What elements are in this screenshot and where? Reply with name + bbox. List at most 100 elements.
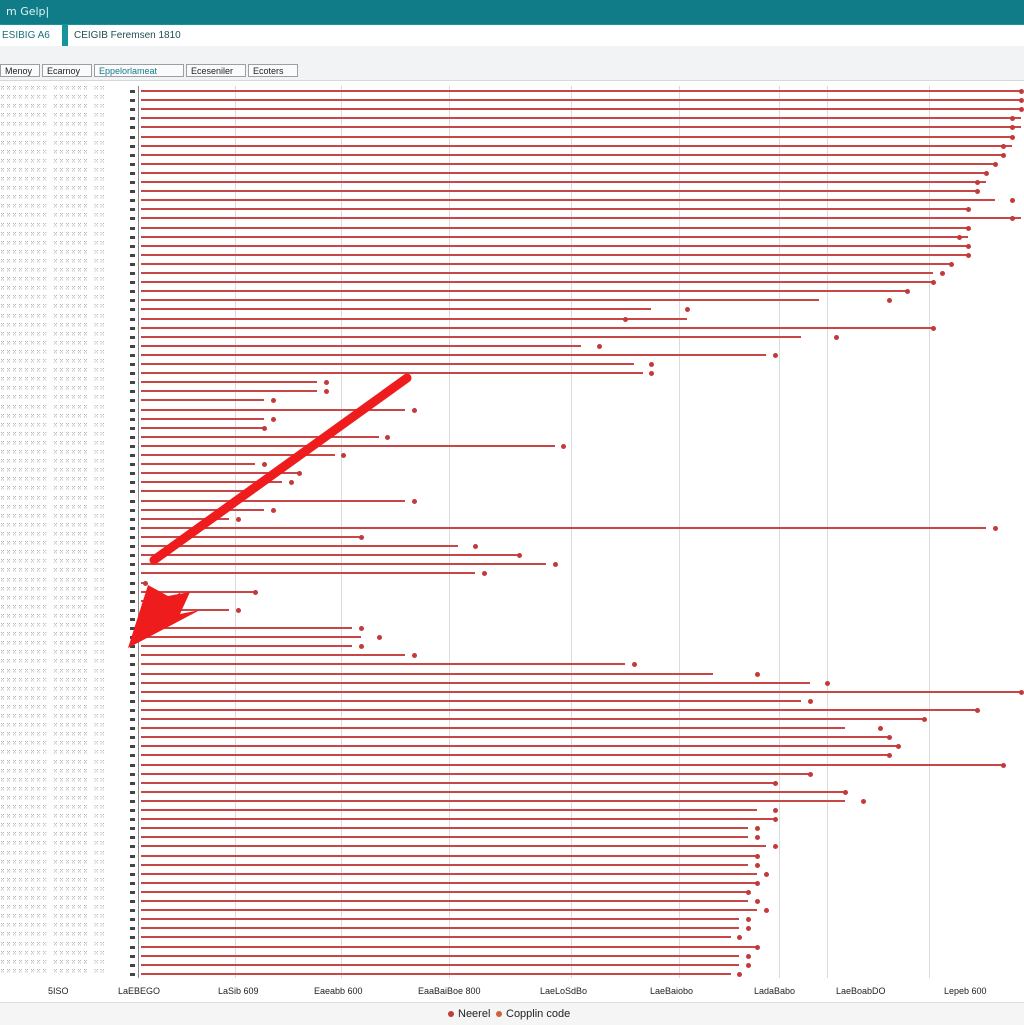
data-point xyxy=(649,370,654,376)
y-tick xyxy=(130,709,135,712)
data-point xyxy=(1010,134,1015,140)
data-bar xyxy=(141,190,977,192)
y-tick xyxy=(130,727,135,730)
legend-item-copplin-code[interactable]: Copplin code xyxy=(496,1008,570,1020)
tab-primary[interactable]: ESIBIG A6 xyxy=(0,25,62,46)
row-label: ⁙⁙⁙⁙⁙⁙⁙⁙ ⁙⁙⁙⁙⁙⁙ ⁙⁙⁙⁙⁙⁙⁙ xyxy=(0,522,104,529)
data-bar xyxy=(141,254,968,256)
data-bar xyxy=(141,818,775,820)
row-label: ⁙⁙⁙⁙⁙⁙⁙⁙ ⁙⁙⁙⁙⁙⁙ ⁙⁙⁙⁙⁙⁙⁙ xyxy=(0,931,104,938)
data-bar xyxy=(141,217,1021,219)
data-bar xyxy=(141,773,810,775)
row-label: ⁙⁙⁙⁙⁙⁙⁙⁙ ⁙⁙⁙⁙⁙⁙ ⁙⁙⁙⁙⁙⁙⁙ xyxy=(0,331,104,338)
y-tick xyxy=(130,126,135,129)
x-tick-label: Eaeabb 600 xyxy=(314,986,363,996)
data-bar xyxy=(141,927,739,929)
data-bar xyxy=(141,108,1021,110)
data-point xyxy=(896,743,901,749)
data-point xyxy=(834,334,839,340)
data-bar xyxy=(141,918,739,920)
data-point xyxy=(966,206,971,212)
row-label: ⁙⁙⁙⁙⁙⁙⁙⁙ ⁙⁙⁙⁙⁙⁙ ⁙⁙⁙⁙⁙⁙⁙ xyxy=(0,558,104,565)
data-bar xyxy=(141,900,748,902)
data-point xyxy=(1001,152,1006,158)
row-label: ⁙⁙⁙⁙⁙⁙⁙⁙ ⁙⁙⁙⁙⁙⁙ ⁙⁙⁙⁙⁙⁙⁙ xyxy=(0,449,104,456)
toolbar-button-eppelorlameat[interactable]: Eppelorlameat xyxy=(94,64,184,77)
row-label: ⁙⁙⁙⁙⁙⁙⁙⁙ ⁙⁙⁙⁙⁙⁙ ⁙⁙⁙⁙⁙⁙⁙ xyxy=(0,640,104,647)
row-label: ⁙⁙⁙⁙⁙⁙⁙⁙ ⁙⁙⁙⁙⁙⁙ ⁙⁙⁙⁙⁙⁙⁙ xyxy=(0,658,104,665)
row-label: ⁙⁙⁙⁙⁙⁙⁙⁙ ⁙⁙⁙⁙⁙⁙ ⁙⁙⁙⁙⁙⁙⁙ xyxy=(0,267,104,274)
data-bar xyxy=(141,845,766,847)
data-point xyxy=(755,880,760,886)
data-bar xyxy=(141,964,739,966)
data-point xyxy=(1010,197,1015,203)
data-bar xyxy=(141,181,986,183)
data-point xyxy=(1019,106,1024,112)
data-point xyxy=(966,252,971,258)
row-label: ⁙⁙⁙⁙⁙⁙⁙⁙ ⁙⁙⁙⁙⁙⁙ ⁙⁙⁙⁙⁙⁙⁙ xyxy=(0,185,104,192)
data-bar xyxy=(141,290,907,292)
row-label: ⁙⁙⁙⁙⁙⁙⁙⁙ ⁙⁙⁙⁙⁙⁙ ⁙⁙⁙⁙⁙⁙⁙ xyxy=(0,94,104,101)
row-label: ⁙⁙⁙⁙⁙⁙⁙⁙ ⁙⁙⁙⁙⁙⁙ ⁙⁙⁙⁙⁙⁙⁙ xyxy=(0,840,104,847)
row-label: ⁙⁙⁙⁙⁙⁙⁙⁙ ⁙⁙⁙⁙⁙⁙ ⁙⁙⁙⁙⁙⁙⁙ xyxy=(0,303,104,310)
y-tick xyxy=(130,891,135,894)
row-label: ⁙⁙⁙⁙⁙⁙⁙⁙ ⁙⁙⁙⁙⁙⁙ ⁙⁙⁙⁙⁙⁙⁙ xyxy=(0,476,104,483)
toolbar: Menoy Ecarnoy Eppelorlameat Eceseniler E… xyxy=(0,46,1024,81)
row-label: ⁙⁙⁙⁙⁙⁙⁙⁙ ⁙⁙⁙⁙⁙⁙ ⁙⁙⁙⁙⁙⁙⁙ xyxy=(0,549,104,556)
data-point xyxy=(861,798,866,804)
data-bar xyxy=(141,318,687,320)
row-label: ⁙⁙⁙⁙⁙⁙⁙⁙ ⁙⁙⁙⁙⁙⁙ ⁙⁙⁙⁙⁙⁙⁙ xyxy=(0,404,104,411)
y-tick xyxy=(130,227,135,230)
data-bar xyxy=(141,936,731,938)
row-label: ⁙⁙⁙⁙⁙⁙⁙⁙ ⁙⁙⁙⁙⁙⁙ ⁙⁙⁙⁙⁙⁙⁙ xyxy=(0,513,104,520)
row-label: ⁙⁙⁙⁙⁙⁙⁙⁙ ⁙⁙⁙⁙⁙⁙ ⁙⁙⁙⁙⁙⁙⁙ xyxy=(0,822,104,829)
data-bar xyxy=(141,363,634,365)
data-point xyxy=(825,680,830,686)
data-point xyxy=(755,671,760,677)
row-label: ⁙⁙⁙⁙⁙⁙⁙⁙ ⁙⁙⁙⁙⁙⁙ ⁙⁙⁙⁙⁙⁙⁙ xyxy=(0,194,104,201)
tab-secondary[interactable]: CEIGIB Feremsen 1810 xyxy=(68,25,1024,46)
toolbar-button-menoy[interactable]: Menoy xyxy=(0,64,40,77)
data-point xyxy=(517,552,522,558)
data-bar xyxy=(141,718,924,720)
data-bar xyxy=(141,172,986,174)
data-bar xyxy=(141,345,581,347)
legend-item-neerel[interactable]: Neerel xyxy=(448,1008,490,1020)
data-bar xyxy=(141,754,889,756)
data-point xyxy=(887,734,892,740)
data-point xyxy=(737,971,742,977)
toolbar-button-ecoters[interactable]: Ecoters xyxy=(248,64,298,77)
y-tick xyxy=(130,882,135,885)
data-point xyxy=(808,771,813,777)
data-point xyxy=(755,853,760,859)
y-tick xyxy=(130,809,135,812)
row-label: ⁙⁙⁙⁙⁙⁙⁙⁙ ⁙⁙⁙⁙⁙⁙ ⁙⁙⁙⁙⁙⁙⁙ xyxy=(0,422,104,429)
row-label: ⁙⁙⁙⁙⁙⁙⁙⁙ ⁙⁙⁙⁙⁙⁙ ⁙⁙⁙⁙⁙⁙⁙ xyxy=(0,440,104,447)
tab-bar: ESIBIG A6 CEIGIB Feremsen 1810 xyxy=(0,24,1024,46)
data-bar xyxy=(141,909,757,911)
toolbar-button-ecarnoy[interactable]: Ecarnoy xyxy=(42,64,92,77)
data-point xyxy=(975,179,980,185)
row-label: ⁙⁙⁙⁙⁙⁙⁙⁙ ⁙⁙⁙⁙⁙⁙ ⁙⁙⁙⁙⁙⁙⁙ xyxy=(0,495,104,502)
row-label: ⁙⁙⁙⁙⁙⁙⁙⁙ ⁙⁙⁙⁙⁙⁙ ⁙⁙⁙⁙⁙⁙⁙ xyxy=(0,804,104,811)
y-tick xyxy=(130,791,135,794)
y-tick xyxy=(130,718,135,721)
data-point xyxy=(1010,124,1015,130)
data-point xyxy=(931,279,936,285)
y-tick xyxy=(130,691,135,694)
x-tick-label: LaSib 609 xyxy=(218,986,259,996)
row-label: ⁙⁙⁙⁙⁙⁙⁙⁙ ⁙⁙⁙⁙⁙⁙ ⁙⁙⁙⁙⁙⁙⁙ xyxy=(0,131,104,138)
row-label: ⁙⁙⁙⁙⁙⁙⁙⁙ ⁙⁙⁙⁙⁙⁙ ⁙⁙⁙⁙⁙⁙⁙ xyxy=(0,121,104,128)
toolbar-button-eceseniler[interactable]: Eceseniler xyxy=(186,64,246,77)
row-label: ⁙⁙⁙⁙⁙⁙⁙⁙ ⁙⁙⁙⁙⁙⁙ ⁙⁙⁙⁙⁙⁙⁙ xyxy=(0,695,104,702)
row-label: ⁙⁙⁙⁙⁙⁙⁙⁙ ⁙⁙⁙⁙⁙⁙ ⁙⁙⁙⁙⁙⁙⁙ xyxy=(0,467,104,474)
data-point xyxy=(975,188,980,194)
row-label: ⁙⁙⁙⁙⁙⁙⁙⁙ ⁙⁙⁙⁙⁙⁙ ⁙⁙⁙⁙⁙⁙⁙ xyxy=(0,285,104,292)
window-title: m Gelp| xyxy=(6,5,50,18)
window-titlebar: m Gelp| xyxy=(0,0,1024,24)
legend-label: Neerel xyxy=(458,1008,491,1020)
row-label: ⁙⁙⁙⁙⁙⁙⁙⁙ ⁙⁙⁙⁙⁙⁙ ⁙⁙⁙⁙⁙⁙⁙ xyxy=(0,959,104,966)
y-tick xyxy=(130,354,135,357)
y-tick xyxy=(130,964,135,967)
row-label: ⁙⁙⁙⁙⁙⁙⁙⁙ ⁙⁙⁙⁙⁙⁙ ⁙⁙⁙⁙⁙⁙⁙ xyxy=(0,240,104,247)
